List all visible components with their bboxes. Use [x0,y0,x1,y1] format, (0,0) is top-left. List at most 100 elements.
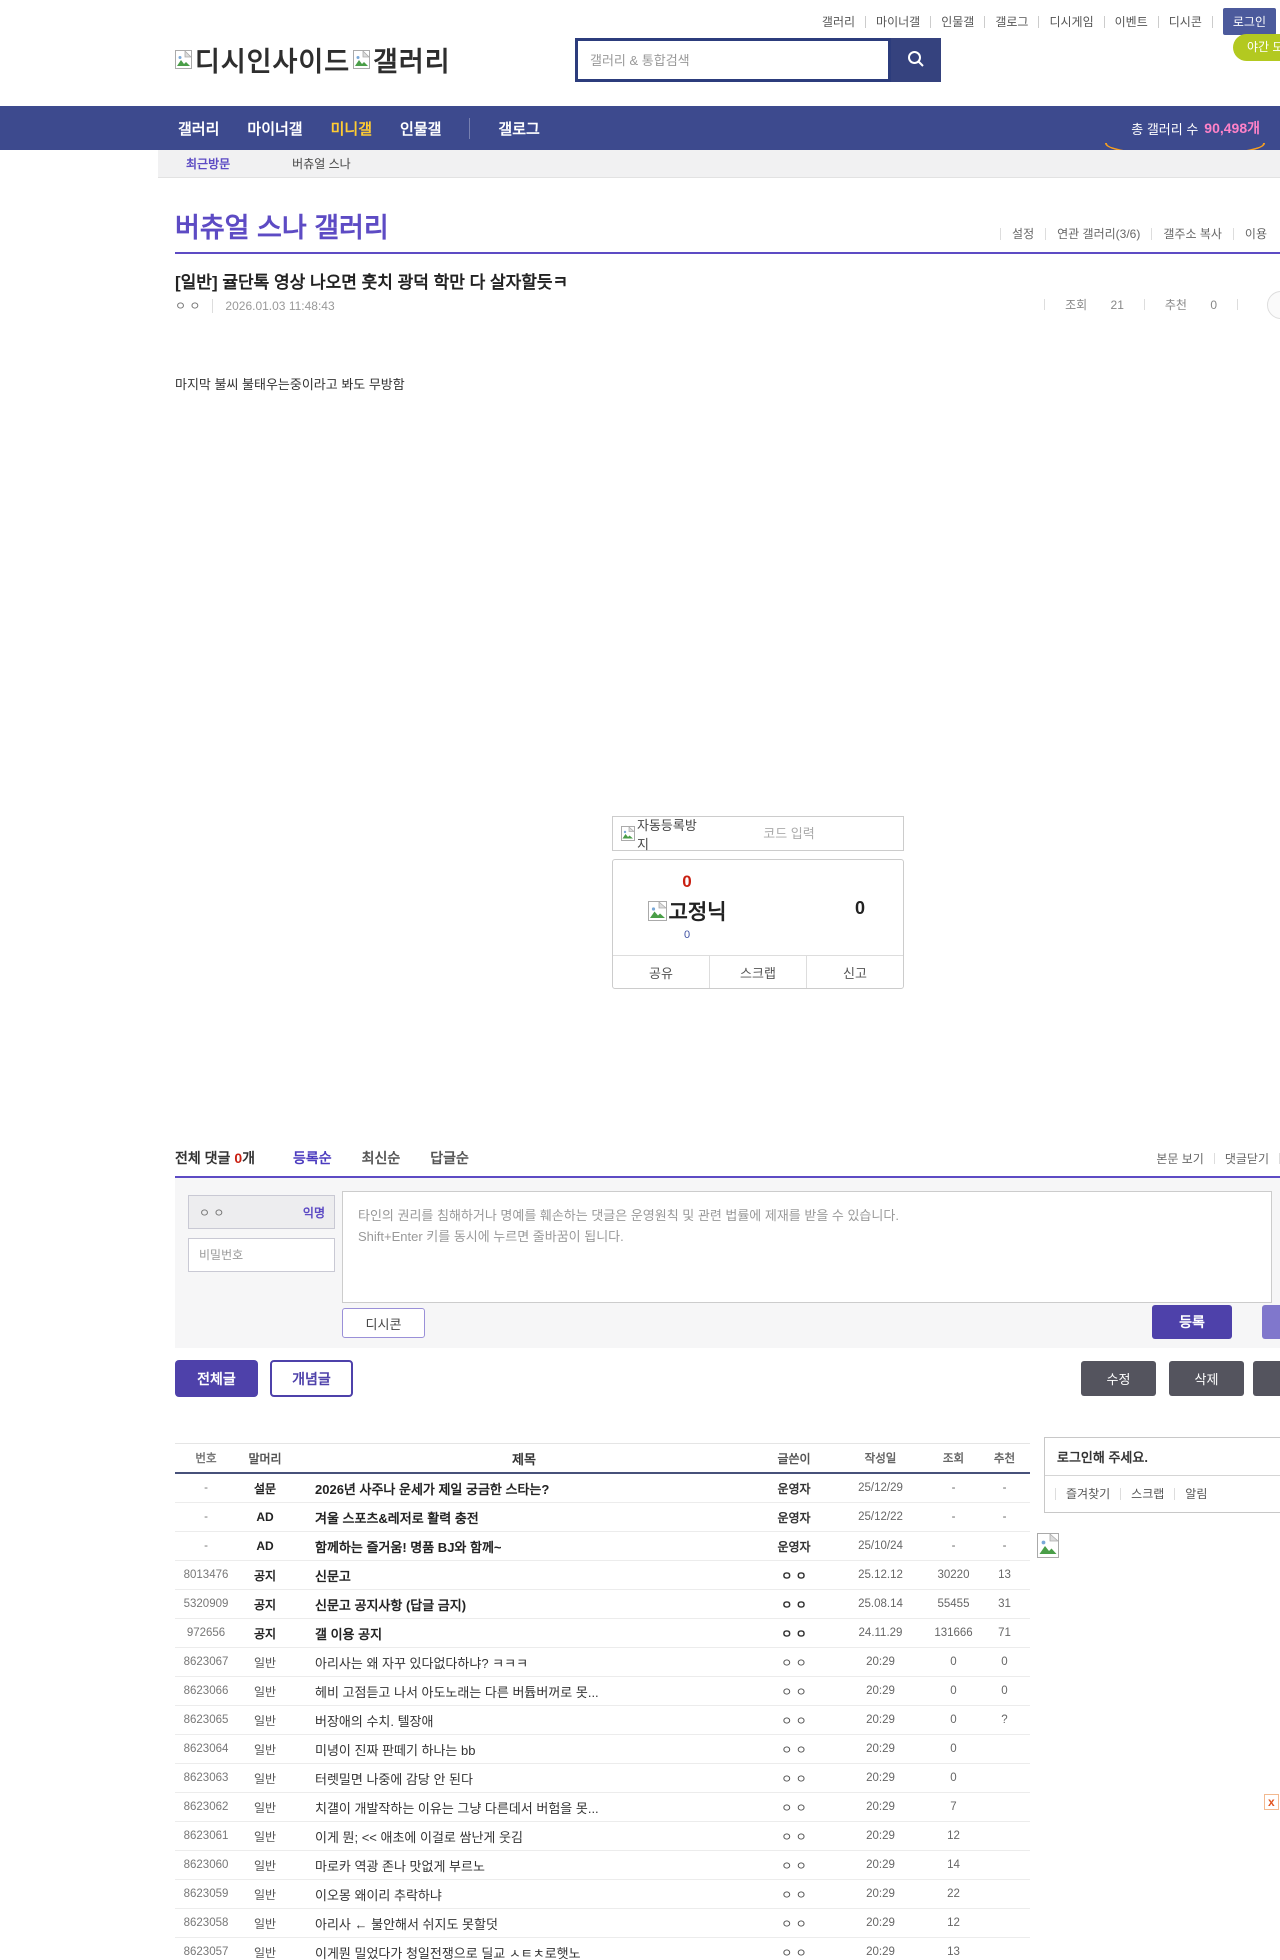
utility-nav-item[interactable]: 갤러리 [812,15,867,28]
captcha-input[interactable] [701,826,903,841]
table-row[interactable]: 8623063 일반 터렛밀면 나중에 감당 안 된다 ㅇ ㅇ 20:29 0 [175,1764,1030,1793]
post-title-link[interactable]: 아리사는 왜 자꾸 있다없다하냐? ㅋㅋㅋ [293,1653,755,1672]
comment-sort-tab[interactable]: 등록순 [293,1148,332,1168]
post-title-link[interactable]: 함께하는 즐거움! 명품 BJ와 함께~ [293,1537,755,1556]
post-title-link[interactable]: 이오몽 왜이리 추락하냐 [293,1885,755,1904]
post-title-link[interactable]: 마로카 역광 존나 맛없게 부르노 [293,1856,755,1875]
upvote-area[interactable]: 0 고정닉 0 [627,872,747,941]
post-title-link[interactable]: 터렛밀면 나중에 감당 안 된다 [293,1769,755,1788]
table-row[interactable]: 8013476 공지 신문고 ㅇ ㅇ 25.12.12 30220 13 [175,1561,1030,1590]
post-author[interactable]: ㅇ ㅇ [755,1596,833,1613]
night-mode-toggle[interactable]: 야간 모드 [1233,34,1280,61]
sidebar-action-link[interactable]: 스크랩 [1120,1488,1174,1500]
utility-nav-item[interactable]: 갤로그 [985,15,1040,28]
delete-button[interactable]: 삭제 [1169,1361,1244,1396]
table-row[interactable]: 8623058 일반 아리사 ← 불안해서 쉬지도 못할덧 ㅇ ㅇ 20:29 … [175,1909,1030,1938]
post-author[interactable]: ㅇ ㅇ [755,1857,833,1874]
comment-submit-button-clipped[interactable]: 등록 [1262,1305,1280,1339]
search-button[interactable] [891,38,941,82]
share-button[interactable]: 공유 [613,956,709,988]
utility-nav-item[interactable]: 디시콘 [1159,15,1213,28]
dccon-button[interactable]: 디시콘 [342,1308,425,1338]
table-row[interactable]: 8623059 일반 이오몽 왜이리 추락하냐 ㅇ ㅇ 20:29 22 [175,1880,1030,1909]
post-title-link[interactable]: 치걜이 개발작하는 이유는 그냥 다른데서 버험을 못... [293,1798,755,1817]
post-author[interactable]: ㅇ ㅇ [755,1915,833,1932]
sidebar-action-link[interactable]: 알림 [1174,1488,1217,1500]
post-author[interactable]: ㅇ ㅇ [755,1741,833,1758]
main-nav-item[interactable]: 마이너갤 [247,118,302,139]
recent-visit-label[interactable]: 최근방문 [186,155,230,172]
post-author[interactable]: 운영자 [755,1509,833,1526]
post-author[interactable]: ㅇ ㅇ [755,1683,833,1700]
main-nav-item[interactable]: 갤로그 [469,117,540,139]
table-row[interactable]: 8623057 일반 이게뭔 밀었다가 청일전쟁으로 딜교 ㅅㅌㅊ로햇노 ㅇ ㅇ… [175,1938,1030,1960]
post-author[interactable]: ㅇ ㅇ [755,1712,833,1729]
table-row[interactable]: 8623064 일반 미녕이 진짜 판떼기 하나는 bb ㅇ ㅇ 20:29 0 [175,1735,1030,1764]
comment-password-field[interactable] [188,1238,335,1272]
post-title-link[interactable]: 버장애의 수치. 텔장애 [293,1711,755,1730]
edit-button[interactable]: 수정 [1081,1361,1156,1396]
post-author[interactable]: 운영자 [755,1538,833,1555]
table-row[interactable]: 972656 공지 갤 이용 공지 ㅇ ㅇ 24.11.29 131666 71 [175,1619,1030,1648]
post-author[interactable]: ㅇ ㅇ [755,1654,833,1671]
logo[interactable]: 디시인사이드 갤러리 [175,40,451,79]
comment-textarea[interactable]: 타인의 권리를 침해하거나 명예를 훼손하는 댓글은 운영원칙 및 관련 법률에… [342,1191,1272,1303]
sidebar-action-link[interactable]: 즐겨찾기 [1055,1488,1120,1500]
utility-nav-item[interactable]: 마이너갤 [866,15,932,28]
post-title-link[interactable]: 신문고 [293,1566,755,1585]
scrap-button[interactable]: 스크랩 [709,956,806,988]
gallery-header-link[interactable]: 연관 갤러리(3/6) [1045,228,1151,240]
post-author[interactable]: ㅇ ㅇ [755,1944,833,1960]
table-row[interactable]: 5320909 공지 신문고 공지사항 (답글 금지) ㅇ ㅇ 25.08.14… [175,1590,1030,1619]
clipped-round-button[interactable] [1267,291,1280,319]
comment-sort-tab[interactable]: 답글순 [430,1148,469,1168]
comment-name-field[interactable]: ㅇ ㅇ 익명 [188,1195,335,1229]
table-row[interactable]: - AD 함께하는 즐거움! 명품 BJ와 함께~ 운영자 25/10/24 -… [175,1532,1030,1561]
post-author[interactable]: ㅇ ㅇ [755,1799,833,1816]
post-author[interactable]: ㅇ ㅇ [175,297,200,314]
close-comments-link[interactable]: 댓글닫기 [1215,1150,1279,1167]
post-author[interactable]: ㅇ ㅇ [755,1625,833,1642]
main-nav-item[interactable]: 미니갤 [331,118,372,139]
post-title-link[interactable]: 헤비 고점듣고 나서 아도노래는 다른 버튭버꺼로 못... [293,1682,755,1701]
search-input[interactable] [575,38,891,82]
post-title-link[interactable]: 신문고 공지사항 (답글 금지) [293,1595,755,1614]
table-row[interactable]: 8623061 일반 이게 뭔; << 애초에 이걸로 쌈난게 웃김 ㅇ ㅇ 2… [175,1822,1030,1851]
comment-submit-button[interactable]: 등록 [1152,1305,1232,1339]
post-title-link[interactable]: 갤 이용 공지 [293,1624,755,1643]
utility-nav-item[interactable]: 디시게임 [1039,15,1105,28]
table-row[interactable]: 8623060 일반 마로카 역광 존나 맛없게 부르노 ㅇ ㅇ 20:29 1… [175,1851,1030,1880]
utility-nav-item[interactable]: 인물갤 [931,15,986,28]
main-nav-item[interactable]: 갤러리 [178,118,219,139]
post-author[interactable]: ㅇ ㅇ [755,1886,833,1903]
post-author[interactable]: ㅇ ㅇ [755,1828,833,1845]
main-nav-item[interactable]: 인물갤 [400,118,441,139]
table-row[interactable]: 8623067 일반 아리사는 왜 자꾸 있다없다하냐? ㅋㅋㅋ ㅇ ㅇ 20:… [175,1648,1030,1677]
post-author[interactable]: ㅇ ㅇ [755,1770,833,1787]
clipped-button[interactable] [1253,1361,1280,1396]
gallery-header-link[interactable]: 이용 [1232,228,1278,240]
post-title-link[interactable]: 2026년 사주나 운세가 제일 궁금한 스타는? [293,1479,755,1498]
post-author[interactable]: ㅇ ㅇ [755,1567,833,1584]
gallery-header-link[interactable]: 설정 [1000,228,1045,240]
post-title-link[interactable]: 아리사 ← 불안해서 쉬지도 못할덧 [293,1914,755,1933]
login-button[interactable]: 로그인 [1222,8,1276,35]
downvote-count[interactable]: 0 [855,898,865,919]
table-row[interactable]: 8623062 일반 치걜이 개발작하는 이유는 그냥 다른데서 버험을 못..… [175,1793,1030,1822]
post-title-link[interactable]: 이게뭔 밀었다가 청일전쟁으로 딜교 ㅅㅌㅊ로햇노 [293,1943,755,1960]
comment-sort-tab[interactable]: 최신순 [362,1148,401,1168]
view-post-link[interactable]: 본문 보기 [1146,1150,1214,1167]
utility-nav-item[interactable]: 이벤트 [1105,15,1159,28]
table-row[interactable]: - AD 겨울 스포츠&레저로 활력 충전 운영자 25/12/22 - - [175,1503,1030,1532]
best-posts-button[interactable]: 개념글 [270,1360,353,1397]
post-title-link[interactable]: 겨울 스포츠&레저로 활력 충전 [293,1508,755,1527]
close-icon[interactable]: x [1264,1794,1279,1810]
report-button[interactable]: 신고 [806,956,903,988]
table-row[interactable]: 8623066 일반 헤비 고점듣고 나서 아도노래는 다른 버튭버꺼로 못..… [175,1677,1030,1706]
post-author[interactable]: 운영자 [755,1480,833,1497]
post-title-link[interactable]: 이게 뭔; << 애초에 이걸로 쌈난게 웃김 [293,1827,755,1846]
breadcrumb-current-gallery[interactable]: 버츄얼 스나 [292,155,351,172]
all-posts-button[interactable]: 전체글 [175,1360,258,1397]
table-row[interactable]: - 설문 2026년 사주나 운세가 제일 궁금한 스타는? 운영자 25/12… [175,1474,1030,1503]
table-row[interactable]: 8623065 일반 버장애의 수치. 텔장애 ㅇ ㅇ 20:29 0 ? [175,1706,1030,1735]
